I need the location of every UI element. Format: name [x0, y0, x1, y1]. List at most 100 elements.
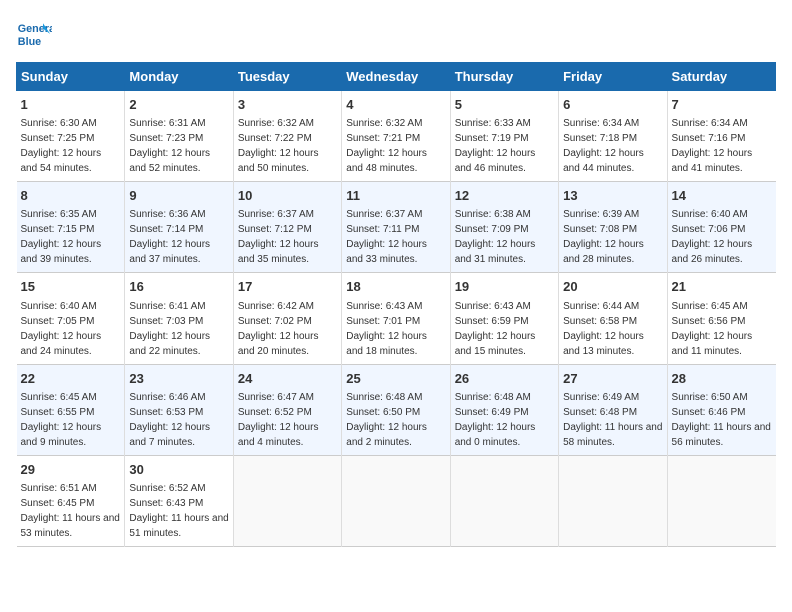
cell-info: Sunrise: 6:37 AMSunset: 7:11 PMDaylight:…	[346, 209, 427, 265]
day-number: 29	[21, 461, 121, 479]
column-header-friday: Friday	[559, 63, 667, 91]
day-number: 5	[455, 96, 554, 114]
day-number: 8	[21, 187, 121, 205]
calendar-cell: 15 Sunrise: 6:40 AMSunset: 7:05 PMDaylig…	[17, 273, 125, 364]
cell-info: Sunrise: 6:30 AMSunset: 7:25 PMDaylight:…	[21, 118, 102, 174]
column-header-saturday: Saturday	[667, 63, 775, 91]
cell-info: Sunrise: 6:43 AMSunset: 7:01 PMDaylight:…	[346, 301, 427, 357]
day-number: 11	[346, 187, 445, 205]
day-number: 12	[455, 187, 554, 205]
calendar-cell: 6 Sunrise: 6:34 AMSunset: 7:18 PMDayligh…	[559, 91, 667, 182]
cell-info: Sunrise: 6:39 AMSunset: 7:08 PMDaylight:…	[563, 209, 644, 265]
calendar-week-row: 15 Sunrise: 6:40 AMSunset: 7:05 PMDaylig…	[17, 273, 776, 364]
calendar-cell: 8 Sunrise: 6:35 AMSunset: 7:15 PMDayligh…	[17, 182, 125, 273]
column-header-monday: Monday	[125, 63, 233, 91]
day-number: 17	[238, 278, 337, 296]
column-header-tuesday: Tuesday	[233, 63, 341, 91]
cell-info: Sunrise: 6:52 AMSunset: 6:43 PMDaylight:…	[129, 483, 228, 539]
calendar-cell: 11 Sunrise: 6:37 AMSunset: 7:11 PMDaylig…	[342, 182, 450, 273]
day-number: 15	[21, 278, 121, 296]
calendar-cell: 1 Sunrise: 6:30 AMSunset: 7:25 PMDayligh…	[17, 91, 125, 182]
cell-info: Sunrise: 6:46 AMSunset: 6:53 PMDaylight:…	[129, 392, 210, 448]
page-header: General Blue	[16, 16, 776, 52]
calendar-cell: 10 Sunrise: 6:37 AMSunset: 7:12 PMDaylig…	[233, 182, 341, 273]
cell-info: Sunrise: 6:41 AMSunset: 7:03 PMDaylight:…	[129, 301, 210, 357]
cell-info: Sunrise: 6:35 AMSunset: 7:15 PMDaylight:…	[21, 209, 102, 265]
calendar-cell	[450, 455, 558, 546]
calendar-cell: 14 Sunrise: 6:40 AMSunset: 7:06 PMDaylig…	[667, 182, 775, 273]
cell-info: Sunrise: 6:33 AMSunset: 7:19 PMDaylight:…	[455, 118, 536, 174]
cell-info: Sunrise: 6:45 AMSunset: 6:55 PMDaylight:…	[21, 392, 102, 448]
calendar-week-row: 8 Sunrise: 6:35 AMSunset: 7:15 PMDayligh…	[17, 182, 776, 273]
day-number: 10	[238, 187, 337, 205]
calendar-cell: 27 Sunrise: 6:49 AMSunset: 6:48 PMDaylig…	[559, 364, 667, 455]
cell-info: Sunrise: 6:32 AMSunset: 7:21 PMDaylight:…	[346, 118, 427, 174]
calendar-cell: 4 Sunrise: 6:32 AMSunset: 7:21 PMDayligh…	[342, 91, 450, 182]
cell-info: Sunrise: 6:32 AMSunset: 7:22 PMDaylight:…	[238, 118, 319, 174]
day-number: 26	[455, 370, 554, 388]
day-number: 30	[129, 461, 228, 479]
calendar-cell: 28 Sunrise: 6:50 AMSunset: 6:46 PMDaylig…	[667, 364, 775, 455]
cell-info: Sunrise: 6:47 AMSunset: 6:52 PMDaylight:…	[238, 392, 319, 448]
calendar-header-row: SundayMondayTuesdayWednesdayThursdayFrid…	[17, 63, 776, 91]
day-number: 21	[672, 278, 772, 296]
cell-info: Sunrise: 6:42 AMSunset: 7:02 PMDaylight:…	[238, 301, 319, 357]
day-number: 7	[672, 96, 772, 114]
calendar-cell: 24 Sunrise: 6:47 AMSunset: 6:52 PMDaylig…	[233, 364, 341, 455]
column-header-thursday: Thursday	[450, 63, 558, 91]
day-number: 16	[129, 278, 228, 296]
day-number: 20	[563, 278, 662, 296]
calendar-table: SundayMondayTuesdayWednesdayThursdayFrid…	[16, 62, 776, 547]
cell-info: Sunrise: 6:40 AMSunset: 7:05 PMDaylight:…	[21, 301, 102, 357]
cell-info: Sunrise: 6:44 AMSunset: 6:58 PMDaylight:…	[563, 301, 644, 357]
svg-text:Blue: Blue	[18, 36, 41, 48]
day-number: 4	[346, 96, 445, 114]
column-header-wednesday: Wednesday	[342, 63, 450, 91]
calendar-cell: 26 Sunrise: 6:48 AMSunset: 6:49 PMDaylig…	[450, 364, 558, 455]
calendar-cell: 3 Sunrise: 6:32 AMSunset: 7:22 PMDayligh…	[233, 91, 341, 182]
calendar-cell: 5 Sunrise: 6:33 AMSunset: 7:19 PMDayligh…	[450, 91, 558, 182]
day-number: 6	[563, 96, 662, 114]
day-number: 18	[346, 278, 445, 296]
calendar-cell: 7 Sunrise: 6:34 AMSunset: 7:16 PMDayligh…	[667, 91, 775, 182]
calendar-cell	[233, 455, 341, 546]
day-number: 9	[129, 187, 228, 205]
cell-info: Sunrise: 6:37 AMSunset: 7:12 PMDaylight:…	[238, 209, 319, 265]
calendar-cell: 23 Sunrise: 6:46 AMSunset: 6:53 PMDaylig…	[125, 364, 233, 455]
day-number: 1	[21, 96, 121, 114]
calendar-cell: 30 Sunrise: 6:52 AMSunset: 6:43 PMDaylig…	[125, 455, 233, 546]
calendar-cell: 18 Sunrise: 6:43 AMSunset: 7:01 PMDaylig…	[342, 273, 450, 364]
calendar-cell: 19 Sunrise: 6:43 AMSunset: 6:59 PMDaylig…	[450, 273, 558, 364]
day-number: 28	[672, 370, 772, 388]
cell-info: Sunrise: 6:34 AMSunset: 7:18 PMDaylight:…	[563, 118, 644, 174]
cell-info: Sunrise: 6:40 AMSunset: 7:06 PMDaylight:…	[672, 209, 753, 265]
cell-info: Sunrise: 6:48 AMSunset: 6:49 PMDaylight:…	[455, 392, 536, 448]
cell-info: Sunrise: 6:34 AMSunset: 7:16 PMDaylight:…	[672, 118, 753, 174]
calendar-cell: 22 Sunrise: 6:45 AMSunset: 6:55 PMDaylig…	[17, 364, 125, 455]
logo: General Blue	[16, 16, 52, 52]
column-header-sunday: Sunday	[17, 63, 125, 91]
day-number: 14	[672, 187, 772, 205]
cell-info: Sunrise: 6:38 AMSunset: 7:09 PMDaylight:…	[455, 209, 536, 265]
calendar-cell	[559, 455, 667, 546]
day-number: 24	[238, 370, 337, 388]
day-number: 25	[346, 370, 445, 388]
calendar-week-row: 1 Sunrise: 6:30 AMSunset: 7:25 PMDayligh…	[17, 91, 776, 182]
calendar-cell: 17 Sunrise: 6:42 AMSunset: 7:02 PMDaylig…	[233, 273, 341, 364]
cell-info: Sunrise: 6:45 AMSunset: 6:56 PMDaylight:…	[672, 301, 753, 357]
calendar-week-row: 22 Sunrise: 6:45 AMSunset: 6:55 PMDaylig…	[17, 364, 776, 455]
day-number: 19	[455, 278, 554, 296]
day-number: 22	[21, 370, 121, 388]
day-number: 3	[238, 96, 337, 114]
logo-icon: General Blue	[16, 16, 52, 52]
cell-info: Sunrise: 6:36 AMSunset: 7:14 PMDaylight:…	[129, 209, 210, 265]
cell-info: Sunrise: 6:31 AMSunset: 7:23 PMDaylight:…	[129, 118, 210, 174]
calendar-cell: 29 Sunrise: 6:51 AMSunset: 6:45 PMDaylig…	[17, 455, 125, 546]
calendar-cell: 21 Sunrise: 6:45 AMSunset: 6:56 PMDaylig…	[667, 273, 775, 364]
calendar-cell: 13 Sunrise: 6:39 AMSunset: 7:08 PMDaylig…	[559, 182, 667, 273]
day-number: 13	[563, 187, 662, 205]
calendar-week-row: 29 Sunrise: 6:51 AMSunset: 6:45 PMDaylig…	[17, 455, 776, 546]
calendar-cell	[667, 455, 775, 546]
calendar-cell: 25 Sunrise: 6:48 AMSunset: 6:50 PMDaylig…	[342, 364, 450, 455]
day-number: 2	[129, 96, 228, 114]
